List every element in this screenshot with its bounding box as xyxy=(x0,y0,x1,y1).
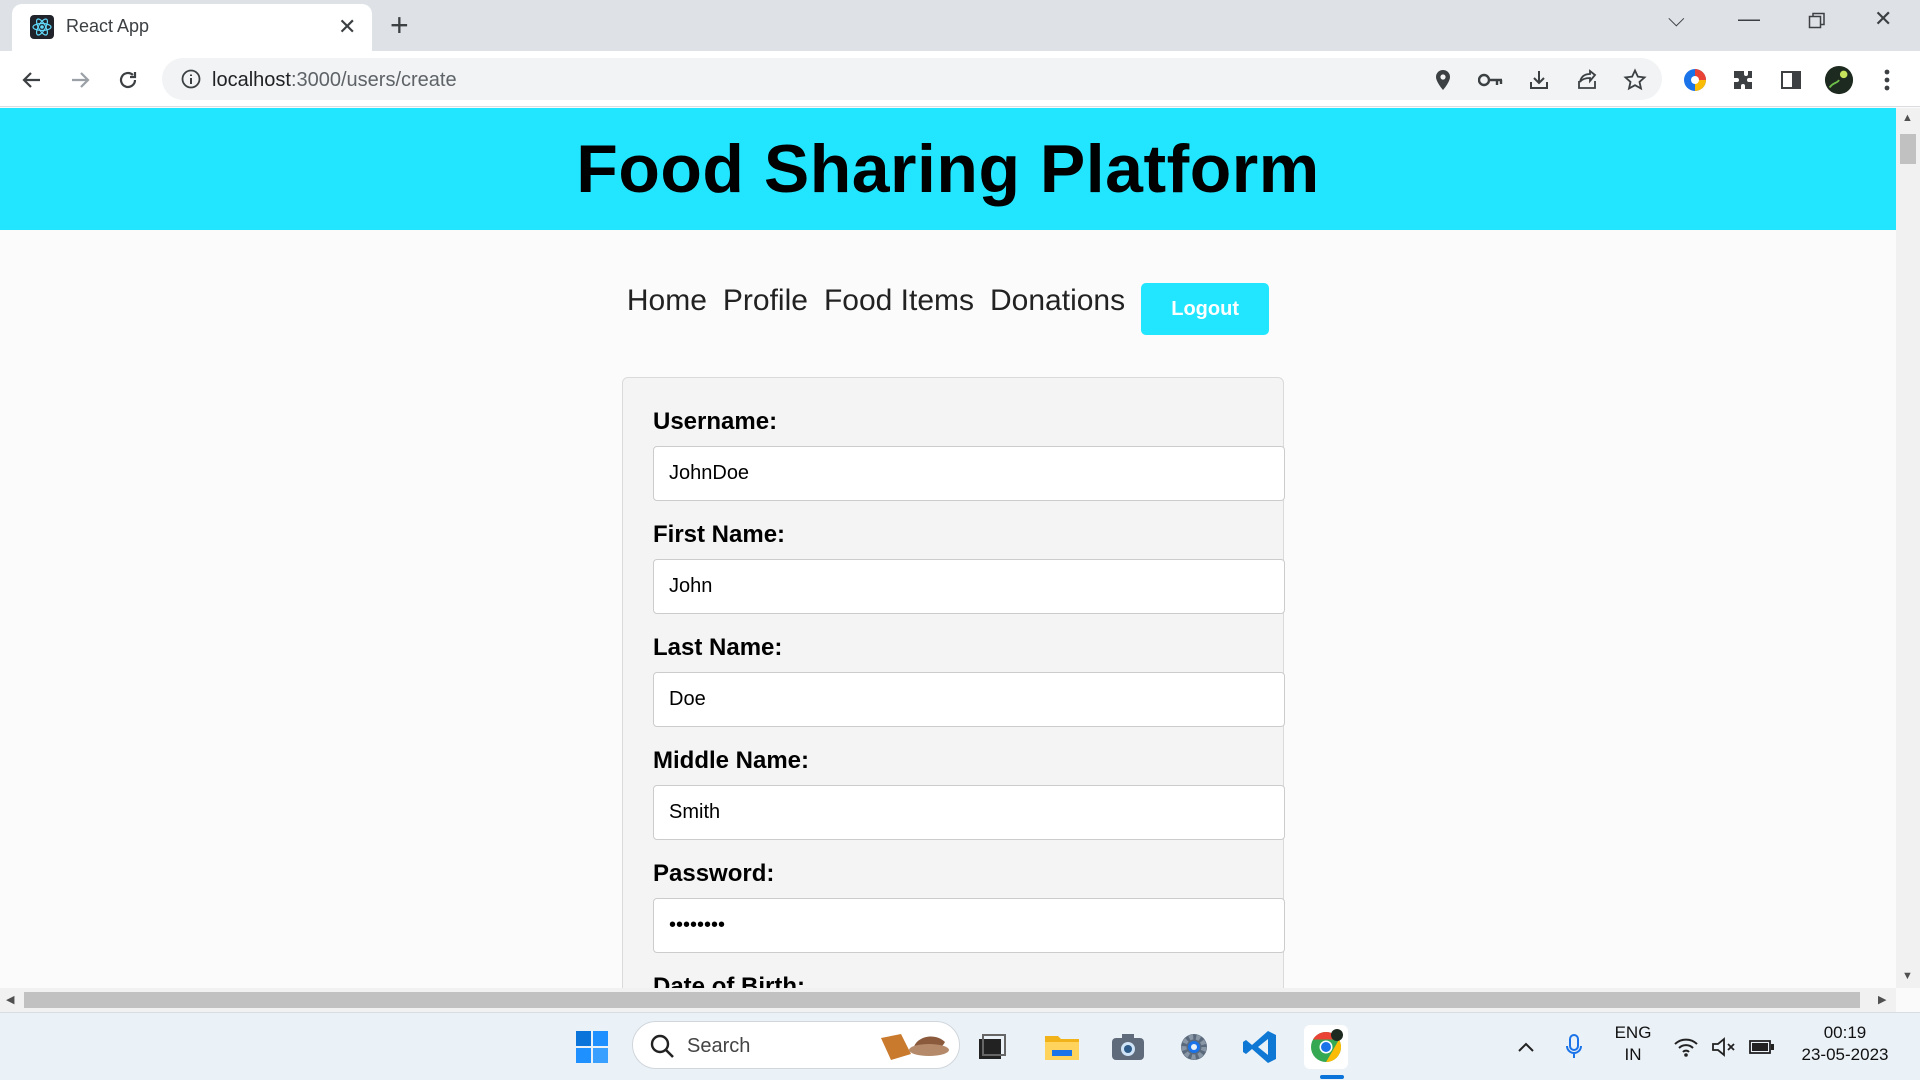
app-navigation: Home Profile Food Items Donations Logout xyxy=(0,275,1896,335)
scroll-left-arrow-icon[interactable]: ◀ xyxy=(6,993,14,1006)
location-pin-icon[interactable] xyxy=(1430,67,1456,93)
language-indicator[interactable]: ENG IN xyxy=(1608,1023,1658,1065)
chrome-taskbar-icon[interactable] xyxy=(1304,1025,1348,1069)
scroll-right-arrow-icon[interactable]: ▶ xyxy=(1878,993,1886,1006)
site-info-icon[interactable] xyxy=(180,68,202,95)
back-icon[interactable] xyxy=(14,62,50,98)
first-name-label: First Name: xyxy=(653,521,786,548)
search-label: Search xyxy=(687,1035,751,1057)
username-input[interactable] xyxy=(653,446,1285,501)
restore-icon[interactable] xyxy=(1808,10,1826,36)
middle-name-label: Middle Name: xyxy=(653,747,810,774)
forward-icon[interactable] xyxy=(62,62,98,98)
scroll-up-arrow-icon[interactable]: ▲ xyxy=(1902,112,1913,124)
minimize-icon[interactable]: — xyxy=(1738,6,1760,32)
side-panel-icon[interactable] xyxy=(1776,65,1806,95)
form-field-username: Username: xyxy=(653,408,1285,501)
install-app-icon[interactable] xyxy=(1526,67,1552,93)
password-key-icon[interactable] xyxy=(1478,67,1504,93)
last-name-input[interactable] xyxy=(653,672,1285,727)
taskbar-search[interactable]: Search xyxy=(632,1021,960,1069)
chrome-menu-icon[interactable] xyxy=(1872,65,1902,95)
url-path: :3000/users/create xyxy=(290,69,457,91)
vertical-scrollbar[interactable]: ▲ ▼ xyxy=(1896,108,1920,988)
show-hidden-icons-chevron-icon[interactable] xyxy=(1504,1025,1548,1069)
horizontal-scrollbar[interactable]: ◀ ▶ xyxy=(0,988,1896,1012)
new-tab-icon[interactable]: + xyxy=(390,8,409,42)
microphone-icon[interactable] xyxy=(1552,1025,1596,1069)
logout-button[interactable]: Logout xyxy=(1141,283,1270,335)
form-field-password: Password: xyxy=(653,860,1285,953)
form-field-middle-name: Middle Name: xyxy=(653,747,1285,840)
address-url: localhost:3000/users/create xyxy=(212,69,457,92)
settings-gear-icon[interactable] xyxy=(1172,1025,1216,1069)
extension-color-icon[interactable] xyxy=(1680,65,1710,95)
extensions-puzzle-icon[interactable] xyxy=(1728,65,1758,95)
react-favicon-icon xyxy=(30,15,54,39)
middle-name-input[interactable] xyxy=(653,785,1285,840)
language-secondary: IN xyxy=(1624,1045,1642,1064)
form-field-date-of-birth: Date of Birth: xyxy=(653,973,1285,988)
horizontal-scroll-thumb[interactable] xyxy=(24,992,1860,1008)
date-of-birth-label: Date of Birth: xyxy=(653,973,805,988)
tab-close-icon[interactable]: ✕ xyxy=(338,14,356,40)
file-explorer-icon[interactable] xyxy=(1040,1025,1084,1069)
search-highlight-icon xyxy=(877,1028,953,1069)
page-viewport: Food Sharing Platform Home Profile Food … xyxy=(0,108,1896,988)
browser-tabstrip: React App ✕ + ⌵ — ✕ xyxy=(0,0,1920,51)
address-bar[interactable]: localhost:3000/users/create xyxy=(162,58,1662,100)
username-label: Username: xyxy=(653,408,778,435)
bookmark-star-icon[interactable] xyxy=(1622,67,1648,93)
scroll-down-arrow-icon[interactable]: ▼ xyxy=(1902,970,1913,982)
page-title: Food Sharing Platform xyxy=(576,131,1320,207)
nav-link-food-items[interactable]: Food Items xyxy=(824,284,974,318)
close-window-icon[interactable]: ✕ xyxy=(1874,6,1892,32)
windows-taskbar: Search ENG IN 00:19 23-05-2023 xyxy=(0,1012,1920,1080)
url-host: localhost xyxy=(212,69,291,91)
language-primary: ENG xyxy=(1614,1023,1652,1042)
share-icon[interactable] xyxy=(1574,67,1600,93)
task-view-icon[interactable] xyxy=(970,1025,1014,1069)
battery-icon[interactable] xyxy=(1740,1025,1784,1069)
browser-toolbar: localhost:3000/users/create xyxy=(0,51,1920,107)
create-user-form: Username: First Name: Last Name: Middle … xyxy=(622,377,1285,988)
password-label: Password: xyxy=(653,860,775,887)
tab-title: React App xyxy=(66,16,150,36)
nav-link-profile[interactable]: Profile xyxy=(723,284,808,318)
nav-link-home[interactable]: Home xyxy=(627,284,707,318)
active-app-indicator xyxy=(1320,1075,1344,1079)
reload-icon[interactable] xyxy=(110,62,146,98)
camera-app-icon[interactable] xyxy=(1106,1025,1150,1069)
clock-date: 23-05-2023 xyxy=(1801,1045,1889,1064)
browser-tab[interactable]: React App ✕ xyxy=(12,4,372,51)
first-name-input[interactable] xyxy=(653,559,1285,614)
clock[interactable]: 00:19 23-05-2023 xyxy=(1790,1023,1900,1065)
vscode-icon[interactable] xyxy=(1238,1025,1282,1069)
search-icon xyxy=(649,1033,675,1064)
clock-time: 00:19 xyxy=(1823,1023,1867,1042)
vertical-scroll-thumb[interactable] xyxy=(1900,134,1916,164)
password-input[interactable] xyxy=(653,898,1285,953)
tab-search-chevron-icon[interactable]: ⌵ xyxy=(1668,6,1685,32)
profile-avatar-icon[interactable] xyxy=(1824,65,1854,95)
windows-start-icon[interactable] xyxy=(570,1025,614,1069)
nav-link-donations[interactable]: Donations xyxy=(990,284,1125,318)
app-header: Food Sharing Platform xyxy=(0,108,1896,230)
form-field-last-name: Last Name: xyxy=(653,634,1285,727)
form-field-first-name: First Name: xyxy=(653,521,1285,614)
last-name-label: Last Name: xyxy=(653,634,783,661)
